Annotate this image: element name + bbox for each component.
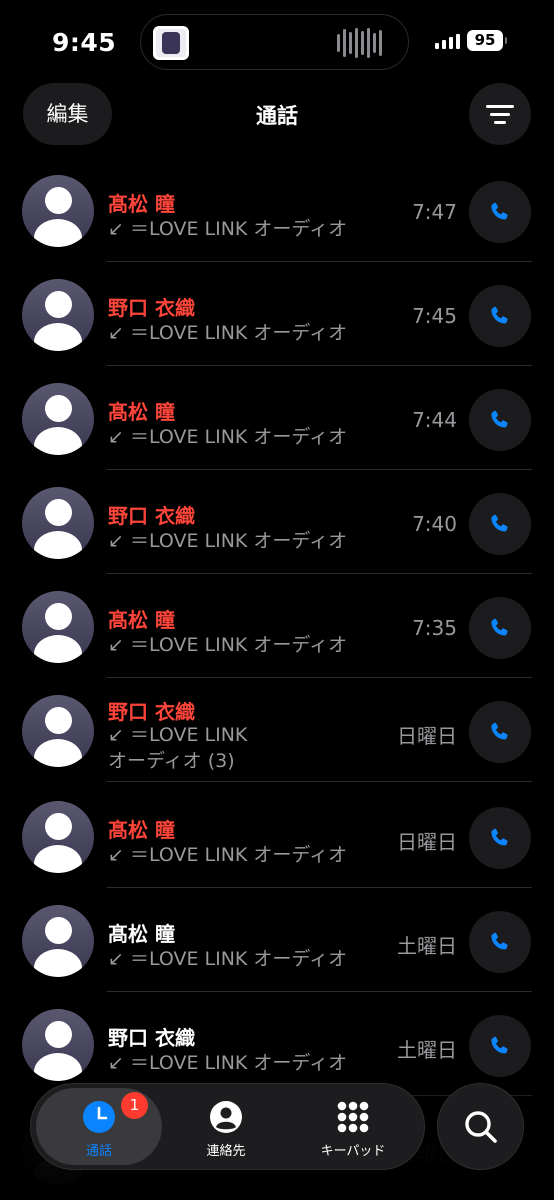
- call-time: 土曜日: [397, 934, 457, 958]
- caller-name: 髙松 瞳: [108, 818, 175, 842]
- contact-avatar: [22, 905, 94, 977]
- caller-name: 野口 衣織: [108, 1026, 195, 1050]
- contact-avatar: [22, 175, 94, 247]
- cellular-signal-icon: [435, 33, 460, 49]
- tab-keypad-label: キーパッド: [320, 1144, 386, 1159]
- phone-icon: [491, 722, 508, 740]
- call-row[interactable]: 野口 衣織 ↙ ＝LOVE LINK オーディオ 7:40: [0, 470, 554, 574]
- call-time: 7:40: [412, 512, 457, 536]
- now-playing-artwork: [153, 26, 189, 60]
- row-divider: [107, 781, 532, 782]
- caller-name: 髙松 瞳: [108, 192, 175, 216]
- status-bar: 9:45 95: [0, 0, 554, 80]
- missed-calls-badge: 1: [121, 1092, 148, 1119]
- call-back-button[interactable]: [469, 285, 531, 347]
- tab-bar: 1 通話 連絡先 キーパッド: [30, 1083, 425, 1170]
- call-back-button[interactable]: [469, 181, 531, 243]
- tab-keypad[interactable]: キーパッド: [293, 1084, 413, 1171]
- phone-icon: [491, 514, 508, 532]
- caller-name: 髙松 瞳: [108, 922, 175, 946]
- caller-name: 野口 衣織: [108, 504, 195, 528]
- caller-name: 野口 衣織: [108, 700, 195, 724]
- call-back-button[interactable]: [469, 807, 531, 869]
- tab-contacts-label: 連絡先: [206, 1144, 246, 1159]
- call-back-button[interactable]: [469, 597, 531, 659]
- contact-avatar: [22, 279, 94, 351]
- phone-icon: [491, 306, 508, 324]
- call-time: 7:45: [412, 304, 457, 328]
- contact-avatar: [22, 1009, 94, 1081]
- call-detail: ↙ ＝LOVE LINK オーディオ: [108, 426, 348, 448]
- call-back-button[interactable]: [469, 701, 531, 763]
- call-time: 7:35: [412, 616, 457, 640]
- call-time: 日曜日: [397, 830, 457, 854]
- phone-icon: [491, 932, 508, 950]
- caller-name: 髙松 瞳: [108, 608, 175, 632]
- keypad-icon: [337, 1101, 369, 1133]
- contact-avatar: [22, 487, 94, 559]
- call-detail: ↙ ＝LOVE LINK オーディオ: [108, 530, 348, 552]
- call-row[interactable]: 髙松 瞳 ↙ ＝LOVE LINK オーディオ 7:47: [0, 158, 554, 262]
- call-detail: ↙ ＝LOVE LINK オーディオ: [108, 634, 348, 656]
- call-time: 7:44: [412, 408, 457, 432]
- tab-contacts[interactable]: 連絡先: [166, 1084, 286, 1171]
- filter-button[interactable]: [469, 83, 531, 145]
- search-button[interactable]: [437, 1083, 524, 1170]
- call-time: 7:47: [412, 200, 457, 224]
- call-detail: ↙ ＝LOVE LINK オーディオ: [108, 948, 348, 970]
- call-row[interactable]: 野口 衣織 ↙ ＝LOVE LINK オーディオ 7:45: [0, 262, 554, 366]
- contact-avatar: [22, 591, 94, 663]
- phone-icon: [491, 618, 508, 636]
- dynamic-island[interactable]: [140, 14, 409, 70]
- phone-icon: [491, 1036, 508, 1054]
- tab-recents-label: 通話: [85, 1144, 112, 1159]
- call-row[interactable]: 髙松 瞳 ↙ ＝LOVE LINK オーディオ 7:44: [0, 366, 554, 470]
- phone-icon: [491, 410, 508, 428]
- call-back-button[interactable]: [469, 389, 531, 451]
- call-back-button[interactable]: [469, 911, 531, 973]
- caller-name: 髙松 瞳: [108, 400, 175, 424]
- call-detail: ↙ ＝LOVE LINK オーディオ: [108, 844, 348, 866]
- caller-name: 野口 衣織: [108, 296, 195, 320]
- call-row[interactable]: 野口 衣織 ↙ ＝LOVE LINK オーディオ (3) 日曜日: [0, 678, 554, 782]
- audio-waveform-icon: [337, 28, 382, 58]
- call-time: 土曜日: [397, 1038, 457, 1062]
- battery-icon: 95: [467, 30, 507, 51]
- phone-icon: [491, 202, 508, 220]
- call-detail: ↙ ＝LOVE LINK オーディオ: [108, 322, 348, 344]
- status-time: 9:45: [52, 28, 117, 57]
- contact-avatar: [22, 801, 94, 873]
- battery-level: 95: [474, 31, 496, 49]
- call-row[interactable]: 髙松 瞳 ↙ ＝LOVE LINK オーディオ 7:35: [0, 574, 554, 678]
- call-detail: ↙ ＝LOVE LINK オーディオ (3): [108, 724, 248, 772]
- tab-recents[interactable]: 1 通話: [36, 1084, 162, 1171]
- person-circle-icon: [210, 1101, 242, 1133]
- call-detail: ↙ ＝LOVE LINK オーディオ: [108, 218, 348, 240]
- phone-icon: [491, 828, 508, 846]
- call-back-button[interactable]: [469, 1015, 531, 1077]
- call-detail: ↙ ＝LOVE LINK オーディオ: [108, 1052, 348, 1074]
- contact-avatar: [22, 695, 94, 767]
- contact-avatar: [22, 383, 94, 455]
- phone-recents-screen: 9:45 95 編集 通話 髙松 瞳 ↙ ＝LOVE LINK オーディオ 7:47…: [0, 0, 554, 1200]
- call-time: 日曜日: [397, 724, 457, 748]
- search-icon: [464, 1110, 497, 1143]
- clock-icon: [83, 1101, 115, 1133]
- call-row[interactable]: 髙松 瞳 ↙ ＝LOVE LINK オーディオ 日曜日: [0, 784, 554, 888]
- call-row[interactable]: 髙松 瞳 ↙ ＝LOVE LINK オーディオ 土曜日: [0, 888, 554, 992]
- call-back-button[interactable]: [469, 493, 531, 555]
